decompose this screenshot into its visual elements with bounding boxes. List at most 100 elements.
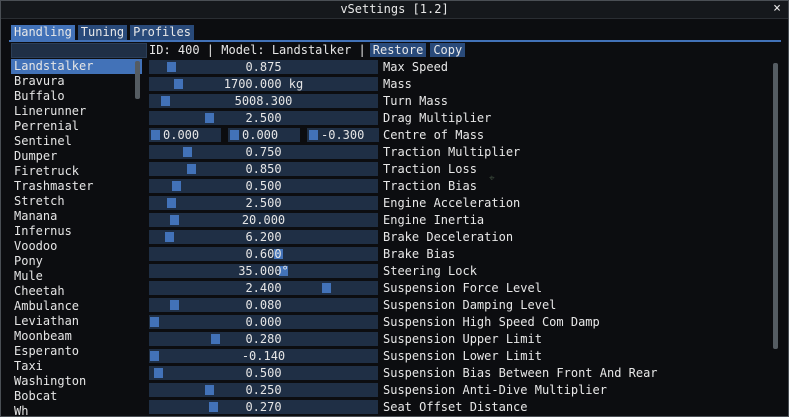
vehicle-list-item[interactable]: Buffalo [11, 89, 142, 104]
vector-input-z[interactable]: -0.300 [307, 128, 379, 142]
param-slider[interactable]: 5008.300 [149, 94, 378, 108]
slider-value: 0.750 [245, 145, 282, 159]
param-slider[interactable]: 6.200 [149, 230, 378, 244]
param-slider[interactable]: 0.080 [149, 298, 378, 312]
tab-profiles[interactable]: Profiles [130, 25, 194, 40]
param-label: Brake Bias [383, 247, 456, 261]
param-row: 6.200 Brake Deceleration [148, 229, 768, 246]
param-slider[interactable]: 2.400 [149, 281, 378, 295]
vehicle-list-item[interactable]: Washington [11, 374, 142, 389]
tab-underline [9, 40, 781, 42]
slider-thumb[interactable] [151, 130, 160, 140]
param-label: Traction Bias [383, 179, 477, 193]
param-slider[interactable]: 0.280 [149, 332, 378, 346]
slider-value: 5008.300 [234, 94, 293, 108]
vehicle-list-item[interactable]: Voodoo [11, 239, 142, 254]
param-row: 0.500 Suspension Bias Between Front And R… [148, 365, 768, 382]
param-label: Engine Inertia [383, 213, 485, 227]
vehicle-list-item[interactable]: Perrenial [11, 119, 142, 134]
param-slider[interactable]: 0.500 [149, 366, 378, 380]
vehicle-list-item[interactable]: Taxi [11, 359, 142, 374]
slider-value: 2.500 [245, 111, 282, 125]
restore-button[interactable]: Restore [369, 43, 427, 57]
param-row: 0.750 Traction Multiplier [148, 144, 768, 161]
param-slider[interactable]: 0.250 [149, 383, 378, 397]
param-row: 1700.000 kg Mass [148, 76, 768, 93]
vehicle-list-item[interactable]: Sentinel [11, 134, 142, 149]
slider-thumb[interactable] [230, 130, 239, 140]
param-slider[interactable]: 2.500 [149, 196, 378, 210]
window-title: vSettings [1.2] [340, 2, 449, 16]
vehicle-list-item[interactable]: Linerunner [11, 104, 142, 119]
background-watermark: ⌖ [489, 173, 495, 184]
param-row: 0.000 0.000 -0.300 Centre of Mass [148, 127, 768, 144]
param-row: 2.400 Suspension Force Level [148, 280, 768, 297]
param-label: Engine Acceleration [383, 196, 521, 210]
vehicle-list-item[interactable]: Trashmaster [11, 179, 142, 194]
vehicle-list-item[interactable]: Infernus [11, 224, 142, 239]
vehicle-list-scrollbar[interactable] [135, 61, 140, 99]
param-slider[interactable]: 0.500 [149, 179, 378, 193]
param-slider[interactable]: 0.600 [149, 247, 378, 261]
vsettings-window: vSettings [1.2] × Handling Tuning Profil… [0, 0, 789, 417]
tab-tuning[interactable]: Tuning [77, 25, 128, 40]
param-label: Turn Mass [383, 94, 449, 108]
title-bar[interactable]: vSettings [1.2] × [1, 1, 788, 19]
param-label: Centre of Mass [383, 128, 485, 142]
param-row: -0.140 Suspension Lower Limit [148, 348, 768, 365]
vehicle-list-item[interactable]: Bobcat [11, 389, 142, 404]
param-label: Seat Offset Distance [383, 400, 528, 414]
vehicle-list-item[interactable]: Leviathan [11, 314, 142, 329]
param-label: Traction Loss [383, 162, 477, 176]
vehicle-list-item[interactable]: Dumper [11, 149, 142, 164]
vehicle-filter-input[interactable] [11, 43, 147, 58]
vehicle-list-item[interactable]: Pony [11, 254, 142, 269]
slider-value: 20.000 [241, 213, 286, 227]
param-row: 0.080 Suspension Damping Level [148, 297, 768, 314]
slider-value: 0.600 [245, 247, 282, 261]
vehicle-list-item[interactable]: Moonbeam [11, 329, 142, 344]
param-slider[interactable]: 1700.000 kg [149, 77, 378, 91]
vector-input-y[interactable]: 0.000 [228, 128, 300, 142]
vehicle-id-model: ID: 400 | Model: Landstalker | [149, 43, 366, 57]
slider-thumb[interactable] [309, 130, 318, 140]
param-slider[interactable]: 20.000 [149, 213, 378, 227]
param-label: Suspension High Speed Com Damp [383, 315, 600, 329]
param-slider[interactable]: 2.500 [149, 111, 378, 125]
copy-button[interactable]: Copy [430, 43, 466, 57]
vehicle-list-item[interactable]: Firetruck [11, 164, 142, 179]
vehicle-list-item[interactable]: Landstalker [11, 59, 142, 74]
param-label: Traction Multiplier [383, 145, 521, 159]
vehicle-list-item[interactable]: Wh [11, 404, 142, 416]
param-slider[interactable]: 0.750 [149, 145, 378, 159]
param-slider[interactable]: 0.850 [149, 162, 378, 176]
param-slider[interactable]: 0.000 [149, 315, 378, 329]
slider-value: 0.250 [245, 383, 282, 397]
param-label: Max Speed [383, 60, 449, 74]
param-label: Suspension Upper Limit [383, 332, 542, 346]
param-row: 0.250 Suspension Anti-Dive Multiplier [148, 382, 768, 399]
slider-value: 0.875 [245, 60, 282, 74]
param-label: Mass [383, 77, 412, 91]
vehicle-list-item[interactable]: Mule [11, 269, 142, 284]
param-row: 0.280 Suspension Upper Limit [148, 331, 768, 348]
param-row: 5008.300 Turn Mass [148, 93, 768, 110]
param-label: Suspension Bias Between Front And Rear [383, 366, 658, 380]
params-scrollbar[interactable] [773, 63, 778, 349]
param-slider[interactable]: 35.000° [149, 264, 378, 278]
param-slider[interactable]: 0.270 [149, 400, 378, 414]
tab-handling[interactable]: Handling [11, 25, 75, 40]
vehicle-list-item[interactable]: Manana [11, 209, 142, 224]
close-icon[interactable]: × [770, 1, 784, 17]
vector-input-x[interactable]: 0.000 [149, 128, 221, 142]
param-slider[interactable]: 0.875 [149, 60, 378, 74]
vehicle-list[interactable]: Landstalker Bravura Buffalo Linerunner Perre… [11, 59, 142, 416]
vehicle-list-item[interactable]: Bravura [11, 74, 142, 89]
vehicle-info-bar: ID: 400 | Model: Landstalker | Restore Cop… [149, 43, 466, 57]
vehicle-list-item[interactable]: Cheetah [11, 284, 142, 299]
vehicle-list-item[interactable]: Ambulance [11, 299, 142, 314]
vehicle-list-item[interactable]: Esperanto [11, 344, 142, 359]
vehicle-list-item[interactable]: Stretch [11, 194, 142, 209]
slider-value: 0.080 [245, 298, 282, 312]
param-slider[interactable]: -0.140 [149, 349, 378, 363]
